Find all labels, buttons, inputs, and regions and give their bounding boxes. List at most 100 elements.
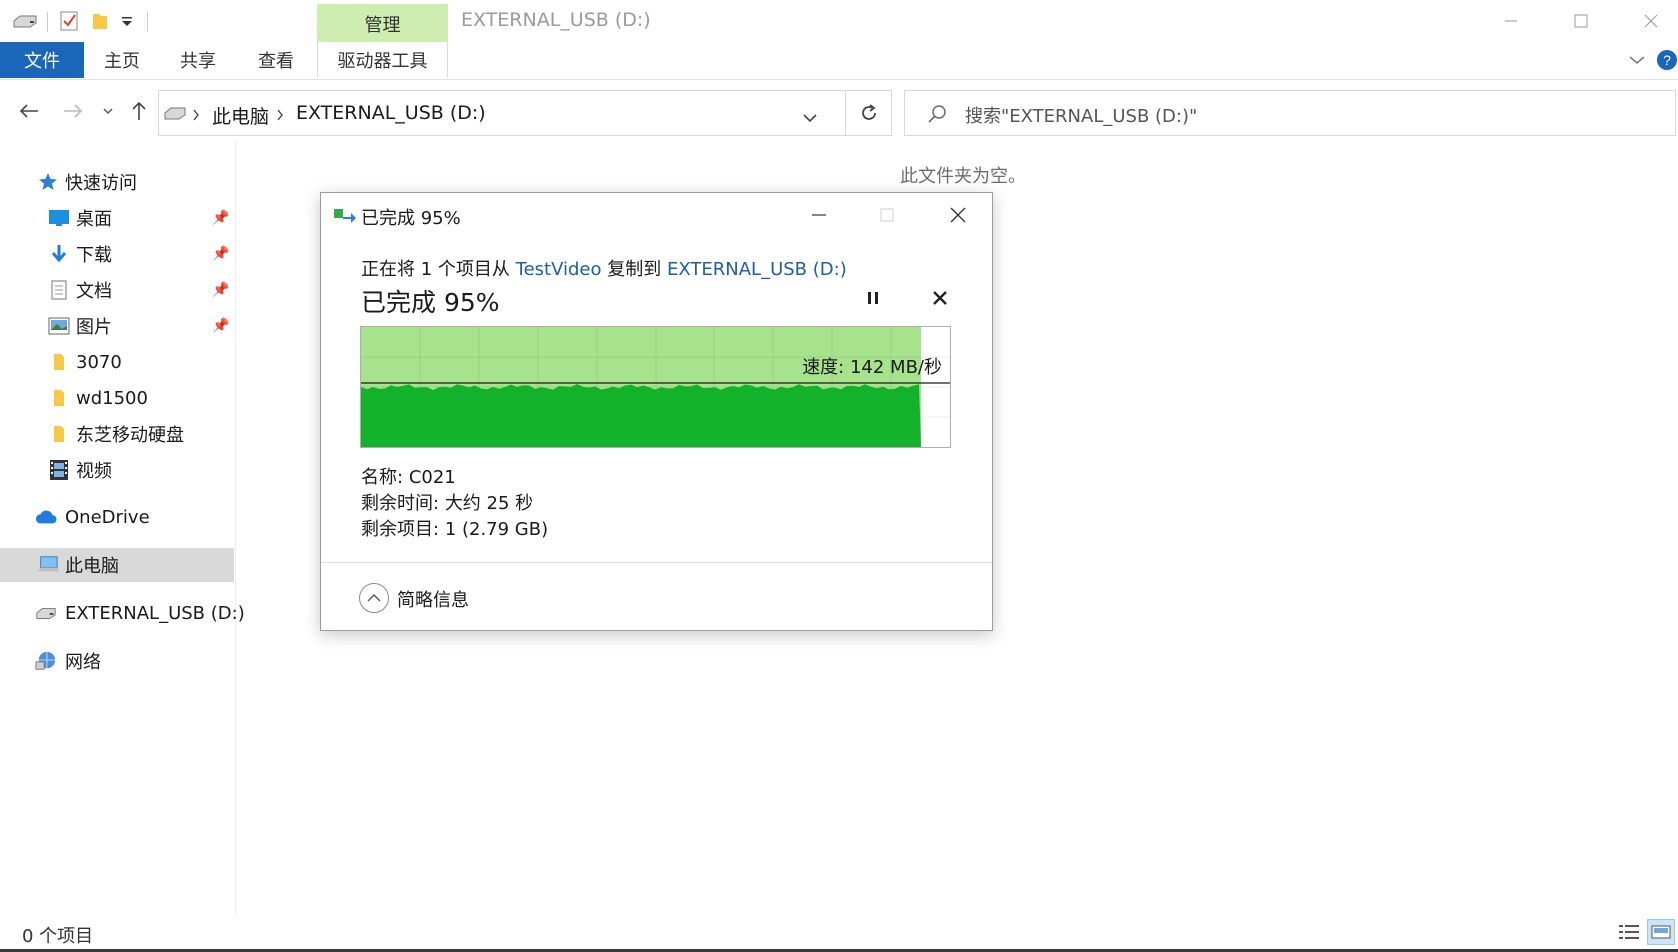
new-folder-icon[interactable]: [88, 9, 112, 33]
less-details-toggle[interactable]: [359, 583, 389, 613]
sidebar-item-label: 视频: [76, 461, 112, 482]
copy-transfer-icon: [333, 206, 357, 228]
pin-icon[interactable]: 📌: [212, 318, 229, 334]
sidebar-item-toshiba-drive[interactable]: 东芝移动硬盘: [0, 417, 234, 451]
folder-icon: [48, 387, 70, 409]
name-value: C021: [408, 467, 456, 488]
title-bar: 管理 EXTERNAL_USB (D:): [0, 0, 1678, 44]
dialog-separator: [321, 562, 992, 563]
tab-share[interactable]: 共享: [168, 42, 228, 78]
tab-view[interactable]: 查看: [246, 42, 306, 78]
pin-icon[interactable]: 📌: [212, 246, 229, 262]
sidebar-item-quick-access[interactable]: 快速访问: [0, 165, 234, 199]
search-input[interactable]: 搜索"EXTERNAL_USB (D:)": [965, 102, 1197, 128]
back-arrow-icon[interactable]: [14, 96, 44, 126]
dialog-close-button[interactable]: [938, 199, 978, 231]
dialog-minimize-button[interactable]: [799, 199, 839, 231]
drive-icon: [163, 105, 187, 124]
copy-progress-dialog: 已完成 95% 正在将 1 个项目从 TestVideo 复制到 EXTERNA…: [320, 192, 993, 631]
breadcrumb-separator-icon[interactable]: [192, 106, 200, 125]
breadcrumb-external-usb[interactable]: EXTERNAL_USB (D:): [296, 102, 486, 124]
empty-folder-message: 此文件夹为空。: [900, 166, 1026, 187]
search-box[interactable]: 搜索"EXTERNAL_USB (D:)": [904, 90, 1676, 136]
maximize-button[interactable]: [1558, 4, 1604, 38]
properties-icon[interactable]: [56, 9, 82, 33]
download-arrow-icon: [48, 243, 70, 265]
progress-status: 已完成 95%: [361, 288, 500, 317]
sidebar-item-pictures[interactable]: 图片 📌: [0, 309, 234, 343]
breadcrumb-this-pc[interactable]: 此电脑: [212, 102, 269, 129]
large-icons-view-icon[interactable]: [1647, 919, 1675, 945]
svg-text:?: ?: [1663, 52, 1671, 68]
chevron-up-icon: [367, 594, 381, 602]
folder-icon: [48, 351, 70, 373]
sidebar-item-downloads[interactable]: 下载 📌: [0, 237, 234, 271]
pin-icon[interactable]: 📌: [212, 282, 229, 298]
copy-description: 正在将 1 个项目从 TestVideo 复制到 EXTERNAL_USB (D…: [361, 255, 847, 281]
sidebar-item-wd1500[interactable]: wd1500: [0, 381, 234, 415]
sidebar-item-label: 3070: [76, 351, 122, 373]
sidebar-item-desktop[interactable]: 桌面 📌: [0, 201, 234, 235]
address-bar[interactable]: 此电脑 EXTERNAL_USB (D:): [158, 90, 846, 136]
sidebar-item-label: wd1500: [76, 387, 148, 409]
pictures-icon: [48, 315, 70, 337]
refresh-button[interactable]: [846, 90, 892, 136]
window-title: EXTERNAL_USB (D:): [461, 9, 651, 31]
destination-link[interactable]: EXTERNAL_USB (D:): [667, 259, 847, 280]
cancel-button[interactable]: [920, 283, 960, 313]
close-button[interactable]: [1628, 4, 1674, 38]
sidebar-item-onedrive[interactable]: OneDrive: [0, 500, 234, 534]
time-remaining-row: 剩余时间: 大约 25 秒: [361, 489, 533, 515]
drive-icon[interactable]: [8, 9, 42, 33]
help-icon[interactable]: ?: [1656, 42, 1678, 78]
sidebar-item-documents[interactable]: 文档 📌: [0, 273, 234, 307]
sidebar-item-external-usb[interactable]: EXTERNAL_USB (D:): [0, 596, 245, 630]
sidebar-item-3070[interactable]: 3070: [0, 345, 234, 379]
sidebar-item-network[interactable]: 网络: [0, 644, 234, 678]
tab-drive-tools[interactable]: 驱动器工具: [317, 42, 448, 78]
dialog-maximize-button[interactable]: [867, 199, 907, 231]
items-remaining-row: 剩余项目: 1 (2.79 GB): [361, 515, 548, 541]
minimize-button[interactable]: [1488, 4, 1534, 38]
qa-divider: [47, 12, 48, 32]
time-value: 大约 25 秒: [444, 493, 534, 514]
address-dropdown-chevron-icon[interactable]: [803, 108, 817, 127]
sidebar-item-this-pc[interactable]: 此电脑: [0, 548, 234, 582]
customize-toolbar-icon[interactable]: [116, 9, 138, 33]
cancel-icon: [933, 291, 947, 305]
star-icon: [37, 171, 59, 193]
sidebar-item-label: 图片: [76, 317, 112, 338]
tab-home[interactable]: 主页: [92, 42, 152, 78]
refresh-icon: [861, 104, 876, 120]
copy-middle: 复制到: [607, 259, 662, 280]
pause-button[interactable]: [853, 283, 893, 313]
file-name-row: 名称: C021: [361, 463, 456, 489]
sidebar-item-label: OneDrive: [65, 506, 150, 528]
pin-icon[interactable]: 📌: [212, 210, 229, 226]
desktop-icon: [48, 207, 70, 229]
pause-icon: [868, 292, 878, 304]
tab-manage[interactable]: 管理: [317, 4, 448, 44]
video-film-icon: [48, 459, 70, 481]
recent-locations-chevron-icon[interactable]: [98, 96, 118, 126]
up-arrow-icon[interactable]: [124, 96, 154, 126]
transfer-speed: 速度: 142 MB/秒: [802, 357, 942, 378]
sidebar-item-label: 下载: [76, 245, 112, 266]
folder-icon: [48, 423, 70, 445]
details-view-icon[interactable]: [1615, 919, 1643, 945]
navigation-bar: 此电脑 EXTERNAL_USB (D:) 搜索"EXTERNAL_USB (D…: [0, 86, 1678, 136]
navigation-pane: 快速访问 桌面 📌 下载 📌 文档 📌 图片 📌 3070 wd1500 东芝移…: [0, 140, 245, 915]
forward-arrow-icon[interactable]: [58, 96, 88, 126]
sidebar-item-videos[interactable]: 视频: [0, 453, 234, 487]
less-details-label[interactable]: 简略信息: [397, 586, 469, 612]
document-icon: [48, 279, 70, 301]
tab-file[interactable]: 文件: [0, 42, 84, 78]
sidebar-item-label: 桌面: [76, 209, 112, 230]
expand-ribbon-icon[interactable]: [1622, 42, 1652, 78]
breadcrumb-separator-icon[interactable]: [276, 106, 284, 125]
speed-graph-svg: [361, 327, 950, 447]
ribbon-tabs: 文件 主页 共享 查看 驱动器工具 ?: [0, 42, 1678, 80]
source-link[interactable]: TestVideo: [516, 259, 602, 280]
network-icon: [35, 650, 57, 672]
cloud-icon: [35, 506, 57, 528]
